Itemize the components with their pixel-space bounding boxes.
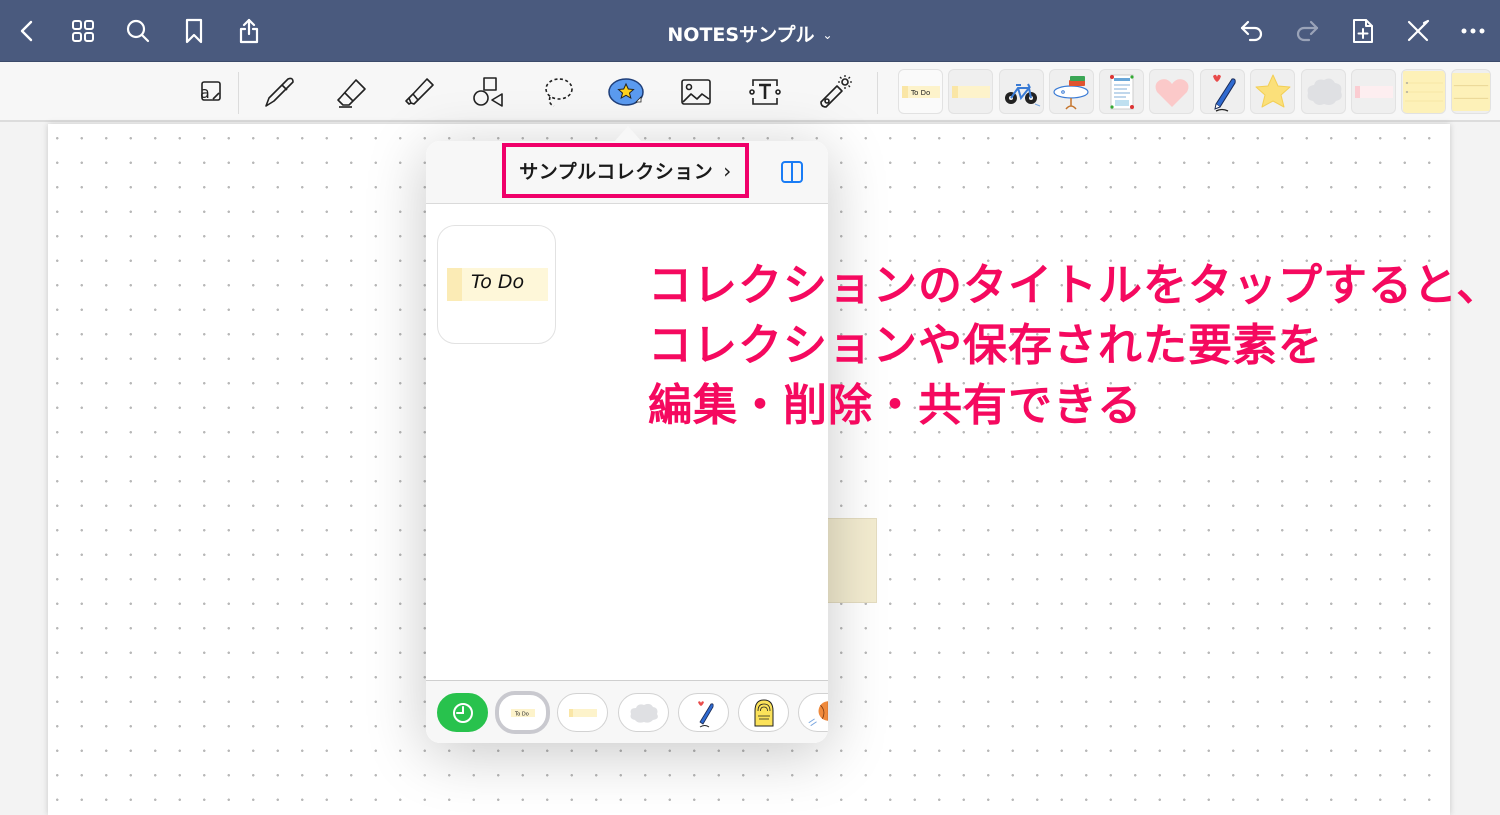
- thanks-collection-chip[interactable]: [738, 693, 789, 732]
- toolbar-divider: [238, 72, 239, 114]
- collection-item[interactable]: To Do: [437, 225, 556, 344]
- sticker-yellow-note[interactable]: [1401, 69, 1446, 114]
- sticker-todo[interactable]: To Do: [898, 69, 943, 114]
- yellow-label-collection-chip[interactable]: [557, 693, 608, 732]
- sticker-yellow-lined-note[interactable]: [1451, 69, 1491, 114]
- elements-icon[interactable]: [604, 72, 648, 112]
- lasso-icon[interactable]: [536, 72, 580, 112]
- bookmark-icon[interactable]: [179, 16, 209, 46]
- annotation-line-3: 編集・削除・共有できる: [648, 380, 1143, 431]
- toolbar-divider: [877, 72, 878, 114]
- pencil-character-collection-chip[interactable]: [678, 693, 729, 732]
- sticker-yellow-label[interactable]: [948, 69, 993, 114]
- sticker-poster[interactable]: [1099, 69, 1144, 114]
- collections-bar: To Do: [426, 680, 828, 743]
- grid-icon[interactable]: [68, 16, 98, 46]
- annotation-line-1: コレクションのタイトルをタップすると、: [648, 260, 1500, 311]
- todo-label-text: To Do: [471, 271, 525, 293]
- sticker-pink-label[interactable]: [1351, 69, 1396, 114]
- annotation-text: コレクションのタイトルをタップすると、 コレクションや保存された要素を 編集・削…: [648, 256, 1500, 436]
- search-icon[interactable]: [123, 16, 153, 46]
- elements-popover: サンプルコレクション › To Do To Do: [426, 141, 828, 743]
- sticker-pencil-character[interactable]: [1200, 69, 1245, 114]
- chevron-right-icon: ›: [723, 158, 732, 183]
- sticker-table-books[interactable]: [1049, 69, 1094, 114]
- document-title-text: NOTESサンプル: [667, 24, 815, 46]
- shapes-icon[interactable]: [466, 72, 510, 112]
- popover-arrow: [614, 126, 642, 142]
- sticker-heart[interactable]: [1149, 69, 1194, 114]
- image-icon[interactable]: [674, 72, 718, 112]
- share-icon[interactable]: [234, 16, 264, 46]
- todo-collection-chip[interactable]: To Do: [495, 691, 550, 734]
- popover-header: サンプルコレクション ›: [426, 141, 828, 204]
- textbox-icon[interactable]: [743, 72, 787, 112]
- sticker-cloud[interactable]: [1301, 69, 1346, 114]
- eraser-icon[interactable]: [328, 72, 372, 112]
- collection-title-button[interactable]: サンプルコレクション ›: [502, 143, 749, 198]
- lasso-text-icon[interactable]: a: [189, 72, 233, 112]
- cloud-collection-chip[interactable]: [618, 693, 669, 732]
- back-icon[interactable]: [12, 16, 42, 46]
- annotation-line-2: コレクションや保存された要素を: [648, 320, 1323, 371]
- redo-icon[interactable]: [1292, 16, 1322, 46]
- collection-title-text: サンプルコレクション: [519, 161, 714, 183]
- chip-todo-text: To Do: [514, 711, 529, 717]
- undo-icon[interactable]: [1237, 16, 1267, 46]
- highlighter-icon[interactable]: [397, 72, 441, 112]
- basketball-collection-chip[interactable]: [798, 693, 828, 732]
- pen-icon[interactable]: [258, 72, 302, 112]
- tool-bar: a To Do: [0, 62, 1500, 122]
- document-title-button[interactable]: NOTESサンプル ⌄: [667, 24, 832, 46]
- laser-pointer-icon[interactable]: [813, 72, 857, 112]
- svg-text:a: a: [200, 83, 210, 102]
- split-view-icon[interactable]: [780, 160, 804, 184]
- more-icon[interactable]: [1458, 16, 1488, 46]
- recent-collection-chip[interactable]: [437, 693, 488, 732]
- todo-label-sticker: To Do: [447, 268, 548, 301]
- add-page-icon[interactable]: [1348, 16, 1378, 46]
- top-navigation-bar: NOTESサンプル ⌄: [0, 0, 1500, 62]
- sticker-todo-text: To Do: [910, 89, 930, 97]
- document-title: NOTESサンプル ⌄: [0, 20, 1500, 47]
- pencil-off-icon[interactable]: [1403, 16, 1433, 46]
- chevron-down-icon: ⌄: [822, 28, 833, 42]
- sticker-star[interactable]: [1250, 69, 1295, 114]
- sticker-bicycle[interactable]: [999, 69, 1044, 114]
